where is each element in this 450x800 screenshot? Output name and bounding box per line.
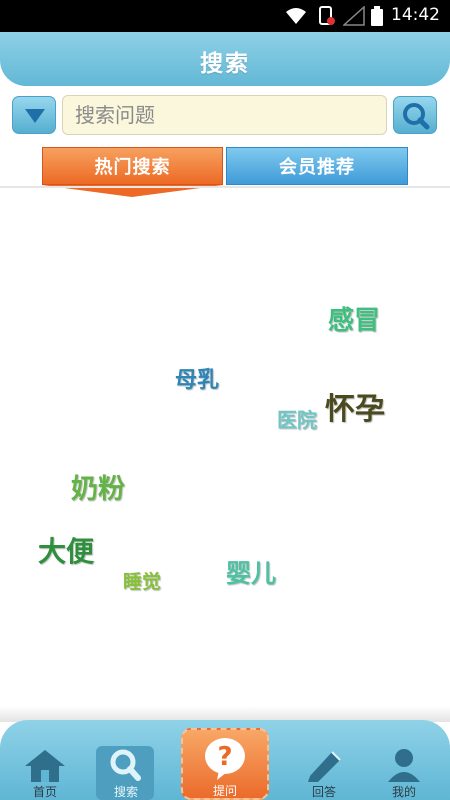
page-title: 搜索 <box>200 51 250 77</box>
magnifier-icon <box>403 103 430 130</box>
tab-member-recommend[interactable]: 会员推荐 <box>226 147 408 185</box>
battery-icon <box>371 6 383 26</box>
nav-home-label: 首页 <box>32 785 57 799</box>
nav-search[interactable]: 搜索 <box>96 746 156 800</box>
keyword-naifen[interactable]: 奶粉 <box>71 467 125 506</box>
user-icon <box>388 749 420 782</box>
nav-ask-label: 提问 <box>212 784 237 798</box>
keyword-huaiyun[interactable]: 怀孕 <box>325 384 385 428</box>
nav-answer-label: 回答 <box>311 785 336 799</box>
keyword-yinger[interactable]: 婴儿 <box>226 554 276 590</box>
nav-ask[interactable]: ? 提问 <box>181 728 269 800</box>
nav-home[interactable]: 首页 <box>15 746 75 800</box>
nav-mine[interactable]: 我的 <box>374 746 434 800</box>
triangle-down-icon <box>25 109 45 123</box>
svg-text:?: ? <box>217 742 232 772</box>
keyword-dabian[interactable]: 大便 <box>38 530 94 570</box>
nav-answer[interactable]: 回答 <box>294 746 354 800</box>
home-icon <box>25 750 65 782</box>
status-time: 14:42 <box>391 5 440 25</box>
title-bar: 搜索 <box>0 32 450 86</box>
keyword-muru[interactable]: 母乳 <box>175 362 219 394</box>
screen: 14:42 搜索 热门搜索 会员推荐 感冒 母乳 医院 怀孕 奶粉 大便 睡觉 … <box>0 0 450 800</box>
category-dropdown-button[interactable] <box>12 96 56 134</box>
hot-keyword-cloud: 感冒 母乳 医院 怀孕 奶粉 大便 睡觉 婴儿 <box>0 190 450 710</box>
signal-icon <box>343 6 365 26</box>
bottom-nav: 首页 搜索 ? 提问 回答 我的 <box>0 720 450 800</box>
nav-search-label: 搜索 <box>113 785 138 799</box>
keyword-ganmao[interactable]: 感冒 <box>328 300 380 337</box>
question-icon: ? <box>205 738 245 780</box>
wifi-icon <box>286 8 306 24</box>
status-bar: 14:42 <box>0 0 450 32</box>
pencil-icon <box>308 751 341 782</box>
nav-mine-label: 我的 <box>391 785 416 799</box>
tabs-divider <box>0 186 450 188</box>
search-button[interactable] <box>393 96 437 134</box>
search-icon <box>110 749 141 781</box>
search-input[interactable] <box>62 95 387 135</box>
keyword-shuijiao[interactable]: 睡觉 <box>123 567 161 594</box>
keyword-yiyuan[interactable]: 医院 <box>277 404 317 433</box>
tab-hot-search[interactable]: 热门搜索 <box>42 147 223 185</box>
sim-card-icon <box>319 6 335 25</box>
